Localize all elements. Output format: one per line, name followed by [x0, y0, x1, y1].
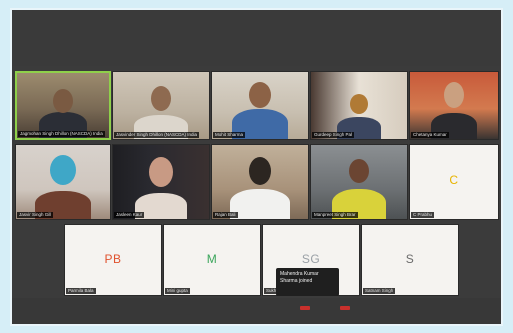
video-tile[interactable]: Jasvinder Singh Dhillon (NASCDA) India: [112, 71, 210, 140]
video-tile[interactable]: Manpreet Singh Brar: [310, 144, 408, 220]
video-tile[interactable]: Rajan Bali: [211, 144, 309, 220]
participant-name: Jasvinder Singh Dhillon (NASCDA) India: [114, 132, 200, 138]
participant-name: Jasleen Kaur: [114, 212, 145, 218]
participant-initials: PB: [104, 251, 122, 266]
participant-name: Parmila Bala: [66, 288, 96, 294]
video-tile[interactable]: Jasvir Singh Gill: [15, 144, 111, 220]
participant-initials: SG: [301, 251, 321, 266]
video-tile[interactable]: Gurdeep Singh Pal: [310, 71, 408, 140]
video-tile[interactable]: S Satnam Singh: [361, 224, 459, 296]
meeting-window: Jagmohan Singh Dhillon (NASCDA) India Ja…: [10, 8, 503, 326]
participant-name: Jasvir Singh Gill: [17, 212, 54, 218]
video-tile[interactable]: M Mini gupta: [163, 224, 261, 296]
participant-name: Chetanya Kumar: [411, 132, 449, 138]
participant-name: Jagmohan Singh Dhillon (NASCDA) India: [18, 131, 105, 137]
video-tile[interactable]: Chetanya Kumar: [409, 71, 499, 140]
participant-name: Gurdeep Singh Pal: [312, 132, 355, 138]
participant-initials: M: [206, 251, 218, 266]
participant-initials: S: [405, 251, 415, 266]
participant-initials: C: [449, 173, 459, 188]
video-tile[interactable]: Mohit Sharma: [211, 71, 309, 140]
record-indicator-icon: [300, 306, 310, 310]
participant-name: Manpreet Singh Brar: [312, 212, 358, 218]
participant-name: Mohit Sharma: [213, 132, 246, 138]
video-tile[interactable]: Jagmohan Singh Dhillon (NASCDA) India: [15, 71, 111, 140]
video-tile[interactable]: Jasleen Kaur: [112, 144, 210, 220]
meeting-controls-bar: [12, 298, 501, 324]
participant-name: C Prabhu: [411, 212, 435, 218]
participant-name: Mini gupta: [165, 288, 190, 294]
participant-name: Satnam Singh: [363, 288, 396, 294]
join-notification-tooltip: Mahendra Kumar Sharma joined: [276, 268, 339, 296]
video-tile[interactable]: PB Parmila Bala: [64, 224, 162, 296]
video-tile[interactable]: C C Prabhu: [409, 144, 499, 220]
participant-name: Rajan Bali: [213, 212, 238, 218]
meeting-top-bar: [12, 10, 501, 66]
leave-button[interactable]: [340, 306, 350, 310]
